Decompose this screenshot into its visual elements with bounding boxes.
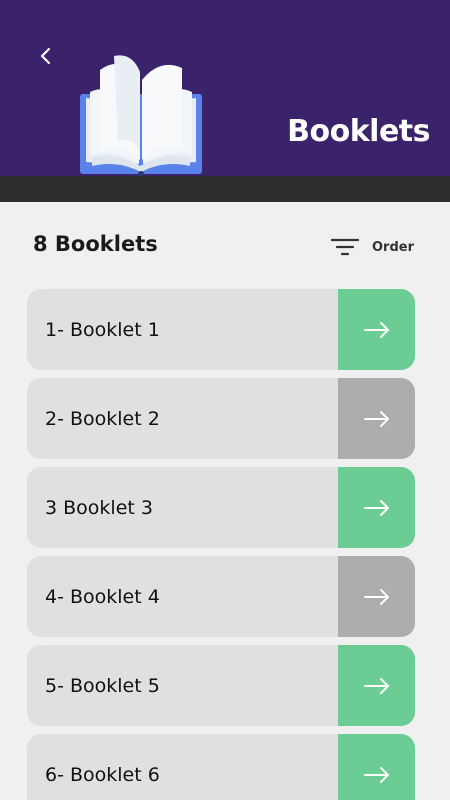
open-book-icon [80,55,202,177]
order-button[interactable]: Order [330,236,414,258]
open-booklet-button[interactable] [338,734,415,800]
booklet-label: 2- Booklet 2 [45,407,160,430]
booklet-label: 6- Booklet 6 [45,763,160,786]
open-booklet-button[interactable] [338,378,415,459]
open-booklet-button[interactable] [338,467,415,548]
booklet-label: 4- Booklet 4 [45,585,160,608]
open-booklet-button[interactable] [338,556,415,637]
filter-lines-icon [330,238,360,256]
open-booklet-button[interactable] [338,289,415,370]
open-booklet-button[interactable] [338,645,415,726]
booklet-card-3[interactable]: 3 Booklet 3 [27,467,415,548]
booklet-card-4[interactable]: 4- Booklet 4 [27,556,415,637]
booklet-card-5[interactable]: 5- Booklet 5 [27,645,415,726]
arrow-right-icon [363,321,389,338]
arrow-right-icon [363,588,389,605]
booklet-label: 5- Booklet 5 [45,674,160,697]
header: Booklets [0,0,450,177]
arrow-right-icon [363,766,389,783]
chevron-left-icon [40,47,51,65]
arrow-right-icon [363,499,389,516]
back-button[interactable] [30,40,62,72]
order-label: Order [372,239,414,255]
booklet-count-title: 8 Booklets [33,232,158,256]
booklet-card-6[interactable]: 6- Booklet 6 [27,734,415,800]
header-divider-band [0,176,450,202]
arrow-right-icon [363,677,389,694]
arrow-right-icon [363,410,389,427]
booklet-list: 1- Booklet 1 2- Booklet 2 3 Booklet 3 4-… [27,289,415,800]
booklet-label: 3 Booklet 3 [45,496,153,519]
page-title: Booklets [287,114,430,149]
booklet-card-1[interactable]: 1- Booklet 1 [27,289,415,370]
booklet-card-2[interactable]: 2- Booklet 2 [27,378,415,459]
booklet-label: 1- Booklet 1 [45,318,160,341]
